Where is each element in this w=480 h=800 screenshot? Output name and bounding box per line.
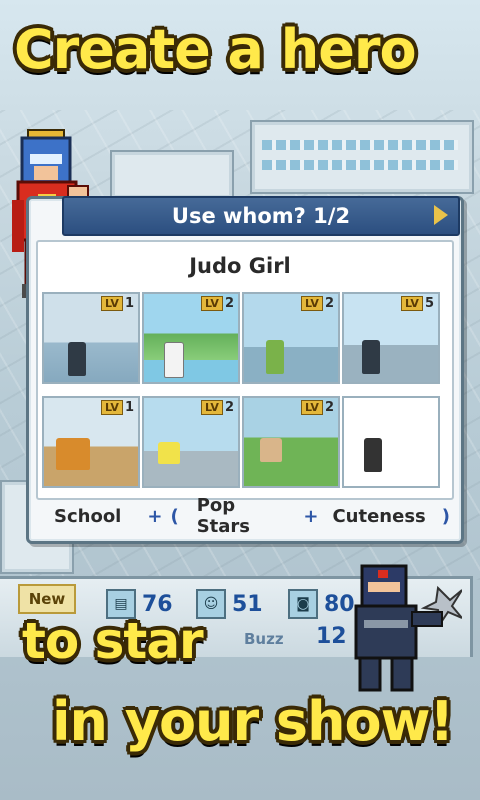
level-badge: LV 1 (100, 296, 134, 311)
ninja-character (354, 564, 462, 692)
level-badge: LV 2 (300, 296, 334, 311)
character-sprite (266, 340, 284, 374)
selected-character-name: Judo Girl (189, 254, 291, 278)
character-sprite (68, 342, 86, 376)
dialog-header: Use whom? 1/2 (62, 196, 460, 236)
background-building (250, 120, 474, 194)
headline-middle: to star (22, 612, 204, 670)
close-paren: ) (441, 505, 450, 527)
headline-top: Create a hero (14, 18, 417, 81)
character-card[interactable]: LV 2 (242, 292, 340, 384)
character-sprite (56, 438, 90, 470)
trait-school: School (54, 505, 122, 527)
trait-pop-stars: Pop Stars (196, 495, 250, 537)
trait-combination: School + ( Pop Stars + Cuteness ) (36, 495, 450, 537)
character-sprite (362, 340, 380, 374)
character-card[interactable]: LV 2 (242, 396, 340, 488)
plus-symbol: + (147, 505, 163, 527)
level-badge: LV 5 (400, 296, 434, 311)
headline-bottom: in your show! (52, 690, 454, 753)
character-card[interactable]: LV 2 (142, 396, 240, 488)
new-badge[interactable]: New (18, 584, 76, 614)
level-badge: LV 2 (300, 400, 334, 415)
locked-character-silhouette (364, 438, 382, 472)
stat-staff: ☺ 51 (196, 589, 263, 619)
buzz-label: Buzz (244, 630, 284, 648)
character-grid: LV 1 LV 2 LV 2 LV 5 LV 1 LV 2 LV 2 (40, 290, 440, 490)
character-card-judo-girl[interactable]: LV 2 (142, 292, 240, 384)
camera-icon: ◙ (288, 589, 318, 619)
dialog-title: Use whom? 1/2 (171, 204, 351, 228)
plus-symbol: + (303, 505, 319, 527)
character-card[interactable]: LV 5 (342, 292, 440, 384)
background-windows (262, 140, 458, 150)
character-card[interactable]: LV 1 (42, 292, 140, 384)
level-badge: LV 2 (200, 400, 234, 415)
character-card-locked[interactable] (342, 396, 440, 488)
open-paren: ( (170, 505, 179, 527)
character-sprite (260, 438, 282, 462)
character-sprite (164, 342, 184, 378)
background-building (110, 150, 234, 200)
background-windows (262, 160, 458, 170)
level-badge: LV 1 (100, 400, 134, 415)
next-page-arrow-icon[interactable] (434, 205, 448, 225)
character-card[interactable]: LV 1 (42, 396, 140, 488)
level-badge: LV 2 (200, 296, 234, 311)
trait-cuteness: Cuteness (332, 505, 426, 527)
character-sprite (158, 442, 180, 464)
